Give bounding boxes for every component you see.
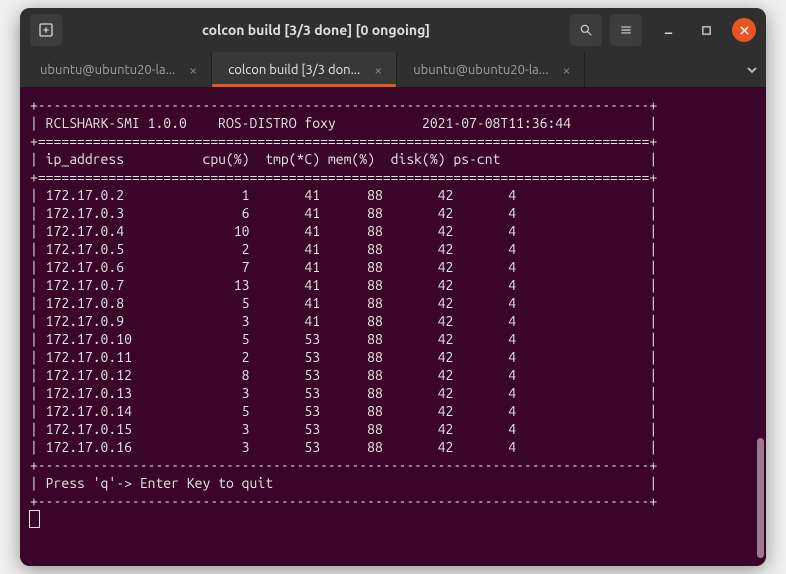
minimize-button[interactable] <box>656 18 680 42</box>
hamburger-icon <box>619 23 633 37</box>
chevron-down-icon <box>746 64 758 76</box>
maximize-button[interactable] <box>694 18 718 42</box>
tab-1[interactable]: colcon build [3/3 don... × <box>212 52 397 87</box>
scrollbar-thumb[interactable] <box>757 438 764 558</box>
terminal-line: | 172.17.0.16 3 53 88 42 4 | <box>30 438 756 456</box>
tab-close-button[interactable]: × <box>185 62 201 78</box>
terminal-line: | 172.17.0.12 8 53 88 42 4 | <box>30 366 756 384</box>
terminal-line: +---------------------------------------… <box>30 456 756 474</box>
maximize-icon <box>701 25 712 36</box>
terminal-line: | 172.17.0.13 3 53 88 42 4 | <box>30 384 756 402</box>
tabs-dropdown[interactable] <box>738 52 766 87</box>
tab-0[interactable]: ubuntu@ubuntu20-la... × <box>24 52 212 87</box>
terminal-line: | 172.17.0.4 10 41 88 42 4 | <box>30 222 756 240</box>
tab-close-button[interactable]: × <box>370 62 386 78</box>
tab-2[interactable]: ubuntu@ubuntu20-la... × <box>397 52 585 87</box>
search-button[interactable] <box>570 14 602 46</box>
terminal-line: | 172.17.0.8 5 41 88 42 4 | <box>30 294 756 312</box>
terminal-line: | 172.17.0.9 3 41 88 42 4 | <box>30 312 756 330</box>
close-icon <box>739 25 750 36</box>
tab-bar: ubuntu@ubuntu20-la... × colcon build [3/… <box>20 52 766 88</box>
terminal-line: | Press 'q'-> Enter Key to quit | <box>30 474 756 492</box>
terminal-line: | ip_address cpu(%) tmp(*C) mem(%) disk(… <box>30 150 756 168</box>
terminal-line: | 172.17.0.3 6 41 88 42 4 | <box>30 204 756 222</box>
terminal-line: | 172.17.0.14 5 53 88 42 4 | <box>30 402 756 420</box>
search-icon <box>579 23 593 37</box>
terminal-window: colcon build [3/3 done] [0 ongoing] ubun… <box>20 8 766 566</box>
terminal-line: | RCLSHARK-SMI 1.0.0 ROS-DISTRO foxy 202… <box>30 114 756 132</box>
window-title: colcon build [3/3 done] [0 ongoing] <box>70 22 562 38</box>
close-button[interactable] <box>732 18 756 42</box>
terminal-content[interactable]: +---------------------------------------… <box>20 88 766 566</box>
tab-label: ubuntu@ubuntu20-la... <box>40 63 175 77</box>
terminal-line: | 172.17.0.11 2 53 88 42 4 | <box>30 348 756 366</box>
new-tab-button[interactable] <box>30 14 62 46</box>
terminal-line: | 172.17.0.5 2 41 88 42 4 | <box>30 240 756 258</box>
tab-close-button[interactable]: × <box>558 62 574 78</box>
tab-label: ubuntu@ubuntu20-la... <box>413 63 548 77</box>
terminal-line: | 172.17.0.15 3 53 88 42 4 | <box>30 420 756 438</box>
terminal-line: | 172.17.0.2 1 41 88 42 4 | <box>30 186 756 204</box>
prompt-line[interactable] <box>30 510 756 528</box>
cursor <box>30 511 39 527</box>
terminal-line: +=======================================… <box>30 132 756 150</box>
terminal-line: | 172.17.0.10 5 53 88 42 4 | <box>30 330 756 348</box>
new-tab-icon <box>38 22 54 38</box>
tab-label: colcon build [3/3 don... <box>228 63 360 77</box>
minimize-icon <box>663 25 674 36</box>
titlebar-right <box>570 14 756 46</box>
terminal-line: +---------------------------------------… <box>30 492 756 510</box>
scrollbar[interactable] <box>756 168 766 566</box>
terminal-line: | 172.17.0.6 7 41 88 42 4 | <box>30 258 756 276</box>
terminal-line: | 172.17.0.7 13 41 88 42 4 | <box>30 276 756 294</box>
terminal-line: +=======================================… <box>30 168 756 186</box>
terminal-line: +---------------------------------------… <box>30 96 756 114</box>
menu-button[interactable] <box>610 14 642 46</box>
titlebar: colcon build [3/3 done] [0 ongoing] <box>20 8 766 52</box>
